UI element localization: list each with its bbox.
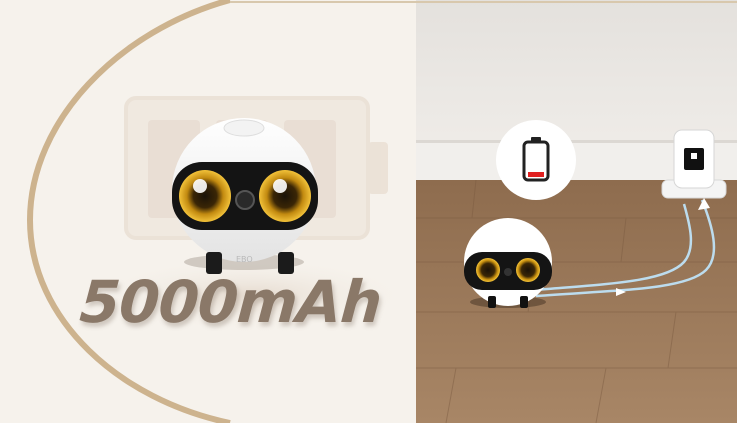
product-banner: EBO 5000mAh 5000mAh: [0, 0, 737, 423]
battery-scene: EBO: [26, 0, 415, 423]
wall: [416, 0, 737, 150]
robot-camera-icon: [172, 118, 318, 274]
auto-charging-scene: [416, 0, 737, 423]
low-battery-icon: [496, 120, 576, 200]
robot-brand-mark: EBO: [236, 255, 253, 264]
battery-capacity-label: 5000mAh: [77, 268, 384, 336]
room-scene: [416, 0, 737, 423]
top-accent: [230, 1, 737, 3]
battery-feature-panel: EBO 5000mAh 5000mAh: [0, 0, 416, 423]
wood-floor: [416, 180, 737, 423]
